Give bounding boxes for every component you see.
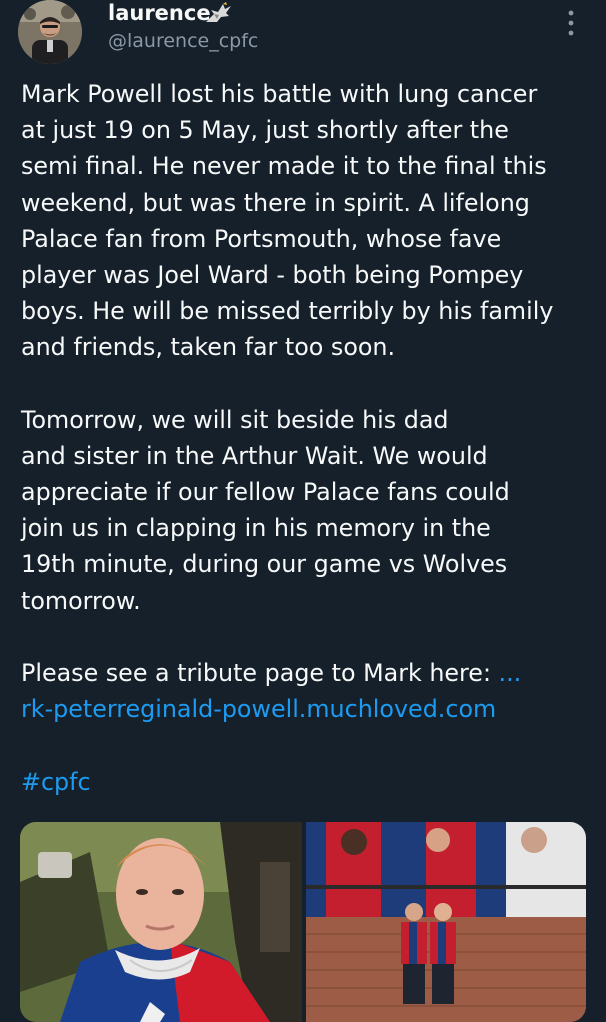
tweet-line: Palace fan from Portsmouth, whose fave: [21, 224, 502, 253]
tweet-line: weekend, but was there in spirit. A life…: [21, 188, 530, 217]
tweet-line: appreciate if our fellow Palace fans cou…: [21, 478, 510, 507]
photo-young-man-graphic: [20, 822, 302, 1022]
media-grid: [20, 822, 586, 1022]
tweet-line: join us in clapping in his memory in the: [21, 514, 491, 543]
user-handle[interactable]: @laurence_cpfc: [108, 30, 258, 52]
tweet-line: and friends, taken far too soon.: [21, 333, 396, 362]
display-name[interactable]: laurence: [108, 1, 211, 25]
tweet-line: boys. He will be missed terribly by his …: [21, 297, 554, 326]
photo-young-man-palace-shirt[interactable]: [20, 822, 302, 1022]
tweet-text: Mark Powell lost his battle with lung ca…: [21, 76, 596, 800]
hashtag-link[interactable]: #cpfc: [21, 764, 596, 800]
tribute-line: Please see a tribute page to Mark here: …: [21, 655, 596, 691]
avatar-photo: [18, 0, 82, 64]
tribute-text: Please see a tribute page to Mark here:: [21, 659, 499, 687]
tweet-line: player was Joel Ward - both being Pompey: [21, 260, 524, 289]
tweet-line: Tomorrow, we will sit beside his dad: [21, 405, 449, 434]
photo-mural-two-fans[interactable]: [306, 822, 586, 1022]
tribute-link-ellipsis[interactable]: ...: [499, 659, 522, 687]
eagle-icon: [206, 2, 231, 22]
tweet-line: at just 19 on 5 May, just shortly after …: [21, 116, 509, 145]
tweet-line: Mark Powell lost his battle with lung ca…: [21, 80, 538, 108]
photo-mural-graphic: [306, 822, 586, 1022]
tweet-line: and sister in the Arthur Wait. We would: [21, 441, 488, 470]
avatar[interactable]: [18, 0, 82, 64]
tribute-link[interactable]: rk-peterreginald-powell.muchloved.com: [21, 691, 596, 727]
tweet: laurence @laurence_cpfc Mark Powell lost…: [0, 0, 606, 1022]
tweet-line: 19th minute, during our game vs Wolves: [21, 550, 508, 579]
tweet-line: semi final. He never made it to the fina…: [21, 152, 547, 181]
tweet-line: tomorrow.: [21, 586, 141, 615]
more-vertical-icon[interactable]: [556, 8, 586, 42]
